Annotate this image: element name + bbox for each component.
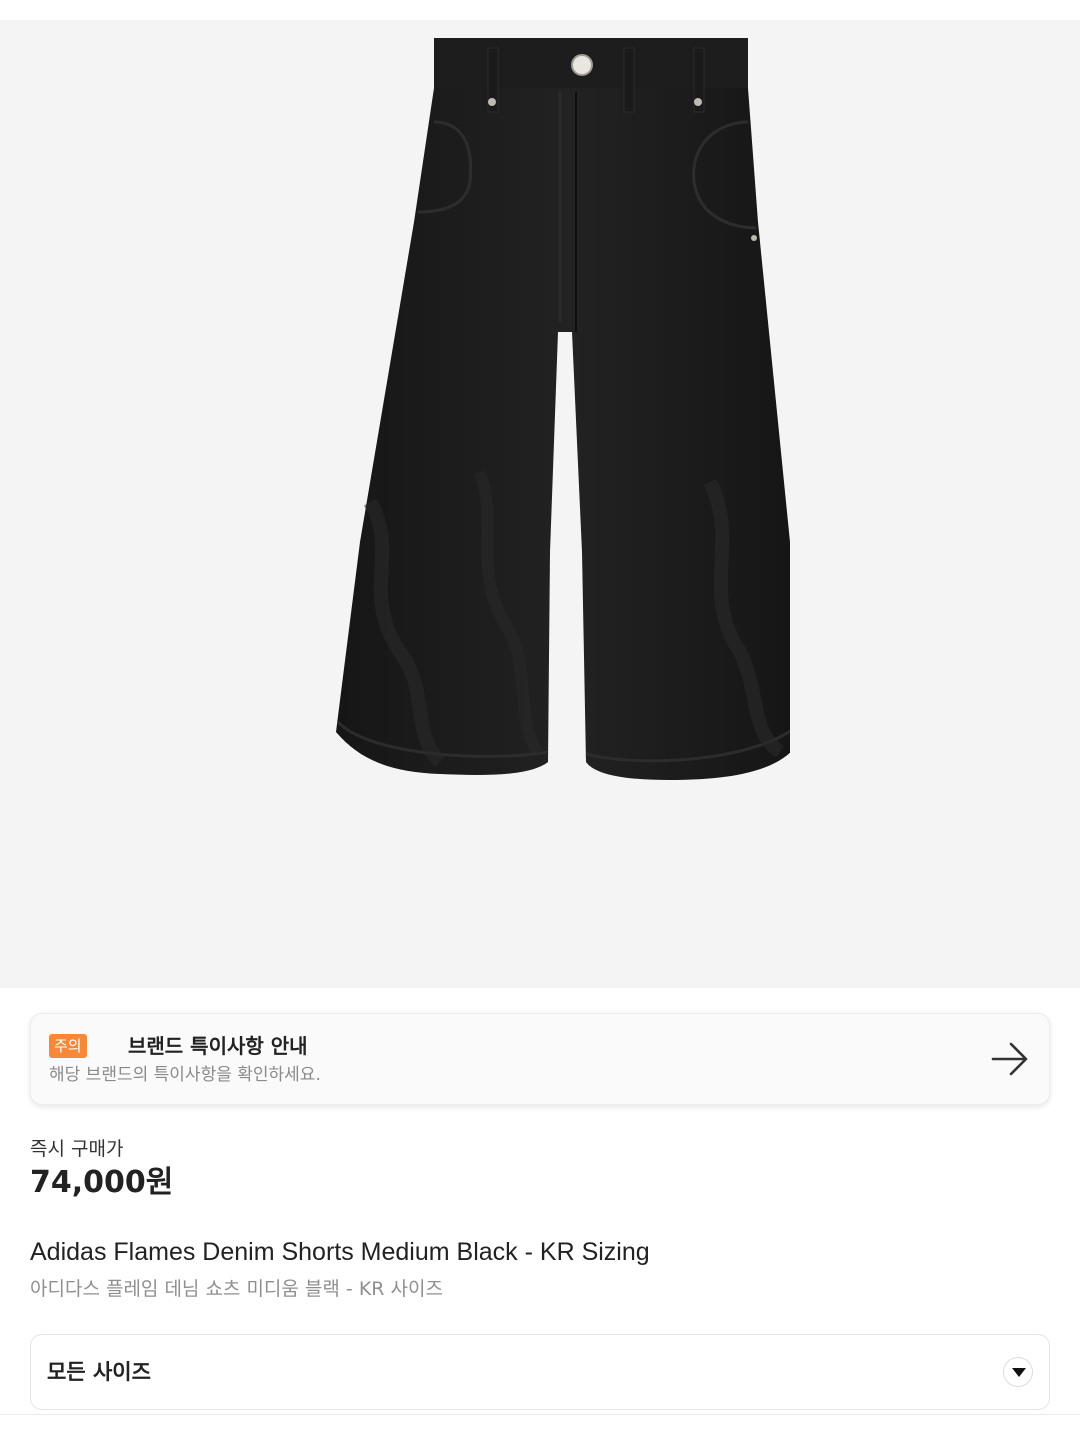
size-selector-label: 모든 사이즈 bbox=[47, 1360, 151, 1384]
notice-subtitle: 해당 브랜드의 특이사항을 확인하세요. bbox=[49, 1065, 321, 1085]
caution-badge: 주의 bbox=[49, 1034, 87, 1058]
product-name-en: Adidas Flames Denim Shorts Medium Black … bbox=[30, 1238, 650, 1266]
product-image bbox=[336, 38, 790, 780]
product-name-ko: 아디다스 플레임 데님 쇼츠 미디움 블랙 - KR 사이즈 bbox=[30, 1278, 443, 1300]
divider bbox=[0, 1414, 1080, 1415]
arrow-right-icon[interactable] bbox=[991, 1042, 1029, 1076]
brand-notice-card[interactable]: 주의 브랜드 특이사항 안내 해당 브랜드의 특이사항을 확인하세요. bbox=[30, 1013, 1050, 1105]
caret-down-icon[interactable] bbox=[1003, 1357, 1033, 1387]
price-value: 74,000원 bbox=[30, 1165, 174, 1200]
price-label: 즉시 구매가 bbox=[30, 1138, 124, 1160]
product-detail-page: 주의 브랜드 특이사항 안내 해당 브랜드의 특이사항을 확인하세요. 즉시 구… bbox=[0, 0, 1080, 1440]
size-selector[interactable]: 모든 사이즈 bbox=[30, 1334, 1050, 1410]
notice-title: 브랜드 특이사항 안내 bbox=[128, 1034, 308, 1058]
product-image-area bbox=[0, 20, 1080, 988]
